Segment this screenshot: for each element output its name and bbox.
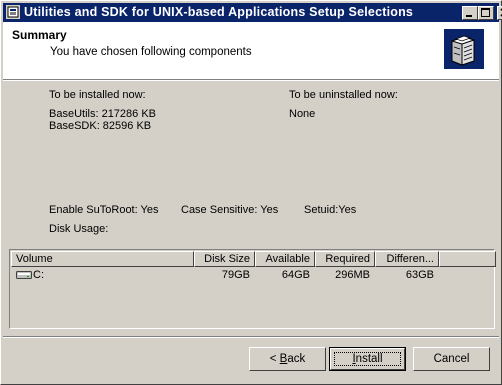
column-available[interactable]: Available xyxy=(255,251,315,267)
setuid-status: Setuid:Yes xyxy=(304,204,357,216)
cancel-button-label: Cancel xyxy=(433,353,470,365)
column-disk-size[interactable]: Disk Size xyxy=(194,251,255,267)
enable-sutoroot-status: Enable SuToRoot: Yes xyxy=(49,204,159,216)
back-button[interactable]: < Back xyxy=(249,347,326,371)
page-title: Summary xyxy=(12,28,67,42)
minimize-button[interactable] xyxy=(462,6,478,20)
close-button[interactable] xyxy=(497,6,502,20)
cell-available: 64GB xyxy=(281,269,310,281)
case-sensitive-status: Case Sensitive: Yes xyxy=(181,204,279,216)
maximize-icon xyxy=(481,8,490,17)
maximize-button[interactable] xyxy=(478,6,494,20)
install-item-baseutils: BaseUtils: 217286 KB xyxy=(49,108,157,120)
cell-required: 296MB xyxy=(335,269,370,281)
cell-disk-size: 79GB xyxy=(221,269,250,281)
back-button-prefix: < xyxy=(269,353,280,365)
setup-window: Utilities and SDK for UNIX-based Applica… xyxy=(0,0,502,385)
install-button-label: nstall xyxy=(355,353,383,365)
column-difference[interactable]: Differen... xyxy=(375,251,439,267)
cell-difference: 63GB xyxy=(405,269,434,281)
page-subtitle: You have chosen following components xyxy=(50,46,252,58)
title-bar[interactable]: Utilities and SDK for UNIX-based Applica… xyxy=(3,3,502,22)
setup-app-icon xyxy=(6,5,20,19)
cell-volume: C: xyxy=(33,269,44,281)
column-required[interactable]: Required xyxy=(315,251,375,267)
cancel-button[interactable]: Cancel xyxy=(413,347,490,371)
disk-usage-label: Disk Usage: xyxy=(49,223,109,235)
footer-divider xyxy=(3,336,499,338)
uninstall-heading: To be uninstalled now: xyxy=(289,89,398,101)
header-divider xyxy=(3,79,499,81)
install-item-basesdk: BaseSDK: 82596 KB xyxy=(49,120,152,132)
install-heading: To be installed now: xyxy=(49,89,146,101)
close-icon xyxy=(500,8,502,17)
minimize-icon xyxy=(466,15,472,17)
servers-icon xyxy=(444,29,484,69)
column-filler xyxy=(439,251,496,267)
header-panel: Summary You have chosen following compon… xyxy=(3,22,499,79)
hard-drive-icon xyxy=(16,271,32,279)
back-button-label: ack xyxy=(287,353,306,365)
column-volume[interactable]: Volume xyxy=(11,251,194,267)
uninstall-value: None xyxy=(289,108,316,120)
window-title: Utilities and SDK for UNIX-based Applica… xyxy=(24,5,414,19)
disk-usage-table[interactable]: Volume Disk Size Available Required Diff… xyxy=(9,249,496,329)
install-button[interactable]: Install xyxy=(329,347,406,371)
table-header: Volume Disk Size Available Required Diff… xyxy=(11,251,496,267)
table-row[interactable]: C: 79GB 64GB 296MB 63GB xyxy=(11,268,493,282)
